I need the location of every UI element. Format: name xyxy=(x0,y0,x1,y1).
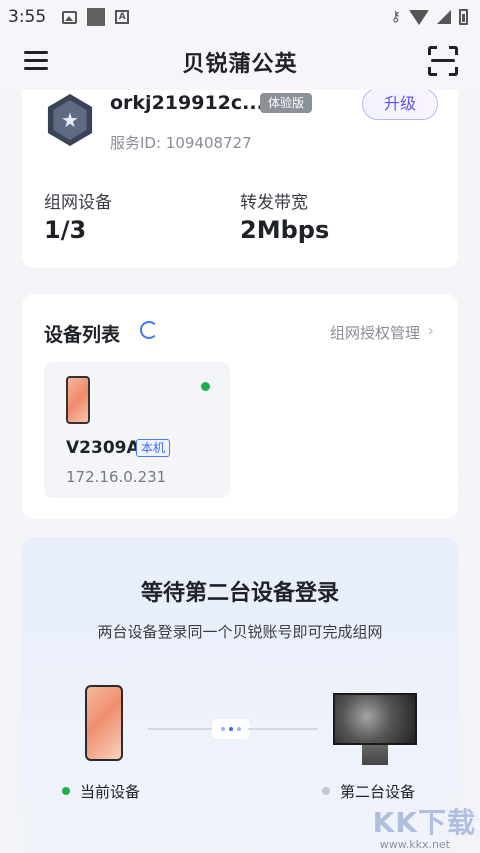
notification-square-icon xyxy=(87,8,106,26)
pairing-subtitle: 两台设备登录同一个贝锐账号即可完成组网 xyxy=(97,623,383,641)
account-card: ★ orkj219912c... 体验版 升级 服务ID: 109408727 … xyxy=(22,60,458,268)
gallery-icon xyxy=(62,10,78,24)
page-title: 贝锐蒲公英 xyxy=(182,52,298,77)
upgrade-button[interactable]: 升级 xyxy=(362,88,438,120)
connection-line xyxy=(248,728,318,730)
stat-value-bandwidth: 2Mbps xyxy=(240,216,330,244)
star-badge-icon: ★ xyxy=(47,94,93,146)
current-phone-icon xyxy=(85,685,123,761)
stat-label-bandwidth: 转发带宽 xyxy=(240,193,308,213)
signal-icon xyxy=(437,10,451,24)
phone-icon xyxy=(66,376,90,424)
vpn-key-icon: ⚷ xyxy=(390,9,401,25)
status-time: 3:55 xyxy=(8,7,47,27)
auth-management-link[interactable]: 组网授权管理 xyxy=(330,322,420,343)
service-id: 服务ID: 109408727 xyxy=(110,134,252,152)
status-bar: 3:55 A ⚷ xyxy=(0,0,480,34)
account-name: orkj219912c... xyxy=(110,92,264,114)
chevron-right-icon: › xyxy=(427,321,434,340)
font-a-icon: A xyxy=(115,10,130,24)
pairing-title: 等待第二台设备登录 xyxy=(140,581,339,606)
refresh-icon[interactable] xyxy=(140,321,158,339)
device-list-card: 设备列表 组网授权管理 › V2309A 本机 172.16.0.231 xyxy=(22,294,458,519)
battery-icon xyxy=(459,9,468,25)
trial-tag: 体验版 xyxy=(260,93,313,113)
monitor-icon xyxy=(333,693,417,745)
app-bar: 贝锐蒲公英 xyxy=(0,34,480,90)
device-ip: 172.16.0.231 xyxy=(66,468,167,486)
second-device-label: 第二台设备 xyxy=(340,783,416,801)
scan-icon[interactable] xyxy=(428,46,458,76)
wifi-icon xyxy=(409,9,429,25)
device-tile[interactable]: V2309A 本机 172.16.0.231 xyxy=(44,362,230,498)
second-device-dot xyxy=(322,787,330,795)
device-name: V2309A xyxy=(66,438,140,458)
connecting-dots-icon xyxy=(212,719,250,739)
menu-icon[interactable] xyxy=(24,51,48,71)
monitor-stand xyxy=(362,745,388,765)
stat-value-devices: 1/3 xyxy=(44,216,87,244)
stat-label-devices: 组网设备 xyxy=(44,193,112,213)
watermark-logo: KK下载 xyxy=(372,806,476,839)
online-status-dot xyxy=(201,382,210,391)
current-device-label: 当前设备 xyxy=(80,783,141,801)
local-device-tag: 本机 xyxy=(136,439,171,457)
device-list-title: 设备列表 xyxy=(44,324,121,346)
connection-line xyxy=(148,728,214,730)
current-device-dot xyxy=(62,787,70,795)
watermark-url: www.kkx.net xyxy=(379,838,450,851)
